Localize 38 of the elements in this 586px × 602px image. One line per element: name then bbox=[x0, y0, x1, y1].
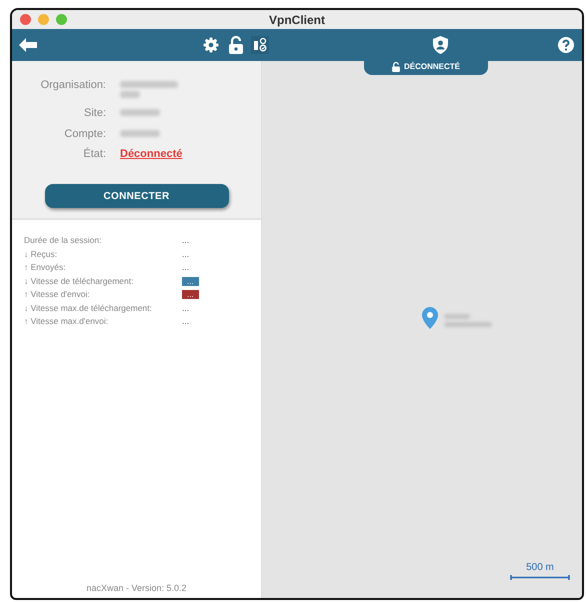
field-label: Compte: bbox=[63, 126, 107, 142]
back-arrow-icon[interactable] bbox=[18, 38, 38, 52]
field-label: Organisation: bbox=[40, 78, 107, 93]
blurred-value bbox=[120, 130, 160, 136]
stat-label: ↓ Vitesse max.de téléchargement: bbox=[24, 302, 153, 315]
stat-label: ↑ Vitesse max.d'envoi: bbox=[24, 315, 110, 328]
version-text: nacXwan - Version: 5.0.2 bbox=[86, 582, 187, 592]
stat-value: ... bbox=[182, 315, 190, 328]
close-icon[interactable] bbox=[20, 14, 31, 25]
blurred-value bbox=[120, 91, 140, 98]
stat-value: ... bbox=[182, 234, 190, 248]
status-link[interactable]: Déconnecté bbox=[120, 146, 182, 162]
speed-chip: ... bbox=[182, 290, 199, 300]
help-icon[interactable] bbox=[558, 37, 574, 53]
stat-label: ↓ Vitesse de téléchargement: bbox=[24, 274, 134, 288]
blurred-label bbox=[444, 314, 470, 319]
stat-label: ↓ Reçus: bbox=[24, 248, 58, 261]
stat-value: ... bbox=[182, 248, 190, 261]
stat-label: ↑ Envoyés: bbox=[24, 261, 67, 274]
stat-value: ... bbox=[182, 302, 190, 315]
scale-label: 500 m bbox=[525, 561, 555, 575]
padlock-icon bbox=[392, 62, 400, 72]
stat-label: Durée de la session: bbox=[24, 234, 102, 248]
settings-icon[interactable] bbox=[203, 37, 219, 53]
blurred-label bbox=[444, 322, 492, 327]
location-pin-icon[interactable] bbox=[422, 307, 438, 329]
field-label: Site: bbox=[82, 106, 107, 121]
connect-button[interactable]: CONNECTER bbox=[44, 184, 228, 208]
shield-user-icon bbox=[433, 36, 448, 54]
stat-value: ... bbox=[182, 261, 190, 274]
padlock-icon[interactable] bbox=[229, 36, 243, 54]
stat-label: ↑ Vitesse d'envoi: bbox=[24, 288, 91, 302]
blurred-value bbox=[120, 81, 178, 88]
window-title: VpnClient bbox=[269, 12, 325, 28]
speed-chip: ... bbox=[182, 276, 199, 286]
blurred-value bbox=[120, 109, 160, 116]
field-label: État: bbox=[82, 146, 107, 162]
scale-bar bbox=[510, 575, 570, 580]
